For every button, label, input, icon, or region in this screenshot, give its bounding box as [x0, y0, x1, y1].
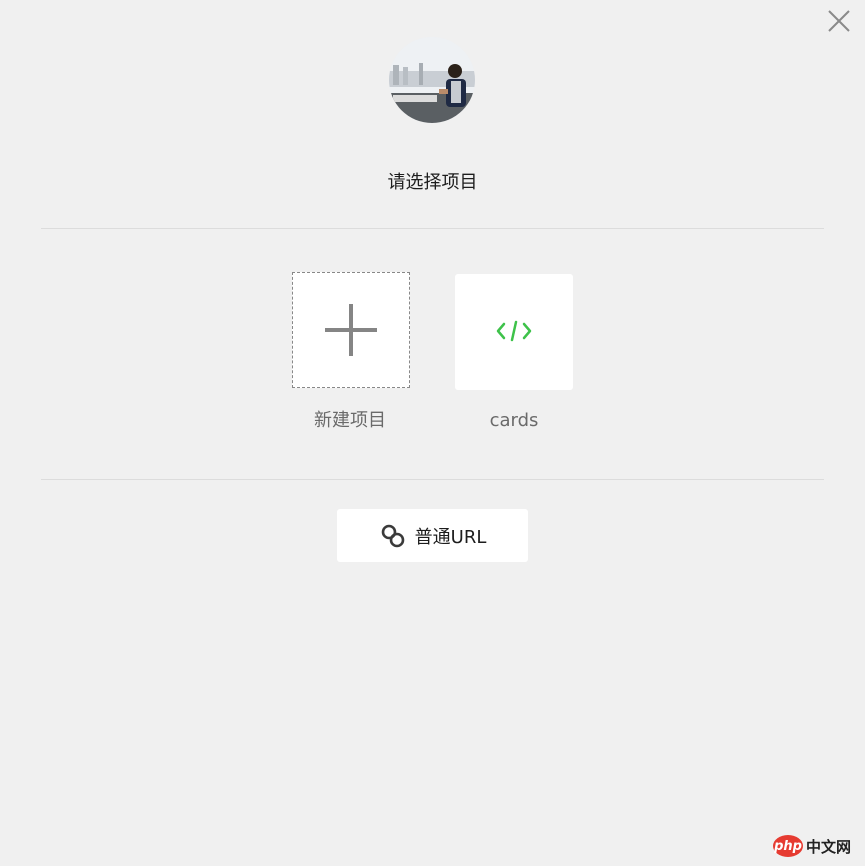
link-icon — [381, 524, 404, 547]
site-watermark: php 中文网 — [773, 832, 859, 860]
close-button[interactable] — [826, 8, 852, 34]
plus-icon — [325, 304, 377, 356]
watermark-text: 中文网 — [806, 837, 852, 856]
divider-bottom — [41, 479, 824, 480]
new-project-label: 新建项目 — [314, 410, 386, 431]
plain-url-button[interactable]: 普通URL — [337, 509, 528, 562]
project-card-label: cards — [489, 410, 539, 431]
close-icon — [828, 10, 850, 32]
dialog-title: 请选择项目 — [387, 172, 478, 193]
new-project-button[interactable] — [292, 272, 410, 388]
watermark-badge: php — [773, 835, 803, 857]
plain-url-label: 普通URL — [414, 526, 487, 548]
avatar — [389, 37, 475, 123]
divider-top — [41, 228, 824, 229]
code-icon — [496, 320, 532, 342]
project-card-cards[interactable] — [455, 274, 573, 390]
